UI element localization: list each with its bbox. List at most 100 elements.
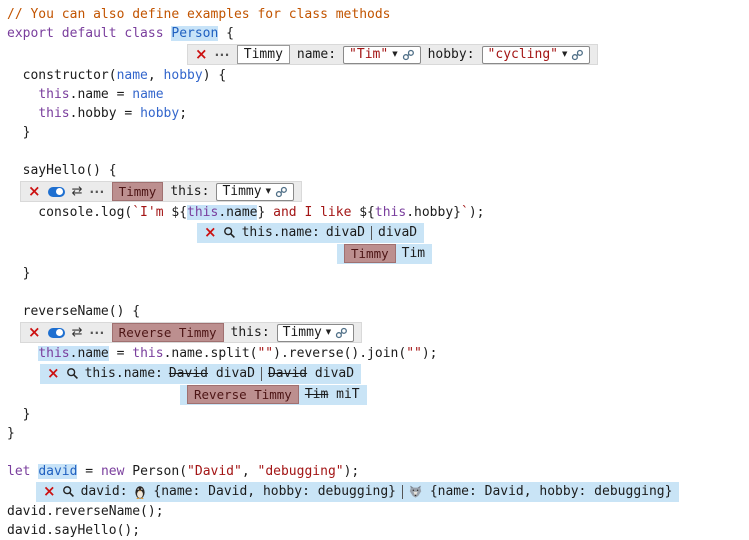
select-value: Timmy xyxy=(222,182,261,201)
code-token: ); xyxy=(422,346,438,361)
example-widget: × ⇄ ··· Reverse Timmy this: Timmy ▼ xyxy=(20,322,362,343)
example-name-box[interactable]: Timmy xyxy=(237,45,290,64)
penguin-icon xyxy=(134,485,146,499)
value-select[interactable]: Timmy ▼ xyxy=(216,183,294,201)
code-token: new xyxy=(101,464,132,479)
code-token: .hobby = xyxy=(70,106,140,121)
toggle-on-icon[interactable] xyxy=(48,187,65,197)
value-select[interactable]: Timmy ▼ xyxy=(277,324,355,342)
magnifier-icon[interactable] xyxy=(66,367,79,380)
code-line: reverseName() { xyxy=(7,302,749,321)
code-token: .name xyxy=(218,205,257,220)
watch-annotation: ×this.name:divaDdivaD xyxy=(197,223,424,243)
more-options-icon[interactable]: ··· xyxy=(89,327,104,339)
select-value: Timmy xyxy=(283,323,322,342)
code-token: = xyxy=(109,346,132,361)
value-divider xyxy=(371,226,372,240)
code-token: Tim xyxy=(402,244,425,263)
example-widget: × ⇄ ··· Timmy this: Timmy ▼ xyxy=(20,181,302,202)
code-line: this.name = name xyxy=(7,85,749,104)
value-divider xyxy=(402,485,403,499)
code-line: david.sayHello(); xyxy=(7,521,749,540)
value-select[interactable]: "Tim"▼ xyxy=(343,46,421,64)
result-annotation: Timmy Tim xyxy=(337,244,432,264)
close-icon[interactable]: × xyxy=(43,484,56,499)
caret-down-icon: ▼ xyxy=(326,329,331,336)
link-icon[interactable] xyxy=(571,49,584,61)
code-token: and I like xyxy=(265,205,359,220)
select-value: "cycling" xyxy=(488,45,558,64)
result-annotation: Reverse TimmyTim miT xyxy=(180,385,367,405)
magnifier-icon[interactable] xyxy=(223,226,236,239)
code-token: "David" xyxy=(187,464,242,479)
close-icon[interactable]: × xyxy=(47,366,60,381)
code-token: .name = xyxy=(70,87,133,102)
code-token: } xyxy=(7,407,30,422)
code-token: ).reverse().join( xyxy=(273,346,406,361)
code-token: { xyxy=(218,26,234,41)
code-token: divaD xyxy=(307,364,354,383)
code-token: .name.split( xyxy=(164,346,258,361)
code-token: "" xyxy=(257,346,273,361)
close-icon[interactable]: × xyxy=(28,184,41,199)
blank-line xyxy=(7,142,749,161)
example-chip[interactable]: Reverse Timmy xyxy=(187,385,299,404)
code-token: david.sayHello(); xyxy=(7,523,140,538)
code-token: ); xyxy=(469,205,485,220)
example-widget: ×···Timmyname:"Tim"▼hobby:"cycling"▼ xyxy=(187,44,598,65)
watch-label: david: xyxy=(81,482,128,501)
close-icon[interactable]: × xyxy=(28,325,41,340)
code-line: constructor(name, hobby) { xyxy=(7,66,749,85)
code-token: david xyxy=(38,464,77,479)
more-options-icon[interactable]: ··· xyxy=(215,49,230,61)
result-value: Tim xyxy=(402,244,425,263)
toggle-on-icon[interactable] xyxy=(48,328,65,338)
swap-icon[interactable]: ⇄ xyxy=(72,326,83,339)
watch-value-right: {name: David, hobby: debugging} xyxy=(409,482,672,501)
code-token: } xyxy=(7,426,15,441)
watch-label: this.name: xyxy=(85,364,163,383)
result-annotation-row: Timmy Tim xyxy=(7,243,749,264)
code-token: david.reverseName(); xyxy=(7,504,164,519)
widget-label: this: xyxy=(170,182,209,201)
code-editor: // You can also define examples for clas… xyxy=(0,0,749,540)
link-icon[interactable] xyxy=(402,49,415,61)
swap-icon[interactable]: ⇄ xyxy=(72,185,83,198)
blank-line xyxy=(7,443,749,462)
more-options-icon[interactable]: ··· xyxy=(89,186,104,198)
caret-down-icon: ▼ xyxy=(562,51,567,58)
caret-down-icon: ▼ xyxy=(266,188,271,195)
example-chip[interactable]: Reverse Timmy xyxy=(112,323,224,342)
code-token: David xyxy=(268,364,307,383)
link-icon[interactable] xyxy=(275,186,288,198)
code-token: {name: David, hobby: debugging} xyxy=(146,482,396,501)
link-icon[interactable] xyxy=(335,327,348,339)
code-token xyxy=(7,106,38,121)
code-token: name xyxy=(117,68,148,83)
code-token: reverseName() { xyxy=(7,304,140,319)
example-chip[interactable]: Timmy xyxy=(112,182,164,201)
value-select[interactable]: "cycling" ▼ xyxy=(482,46,591,64)
code-token: divaD xyxy=(378,223,417,242)
code-token: hobby xyxy=(164,68,203,83)
watch-annotation-row: ×this.name:David divaDDavid divaD xyxy=(7,363,749,384)
code-token: this xyxy=(38,106,69,121)
code-token: Tim xyxy=(305,385,328,404)
widget-label: this: xyxy=(231,323,270,342)
code-line: } xyxy=(7,123,749,142)
watch-annotation-row: ×this.name:divaDdivaD xyxy=(7,222,749,243)
watch-value-left: divaD xyxy=(326,223,365,242)
code-token: } xyxy=(7,266,30,281)
close-icon[interactable]: × xyxy=(204,225,217,240)
code-token: ${ xyxy=(171,205,187,220)
code-token: = xyxy=(77,464,100,479)
code-token: ; xyxy=(179,106,187,121)
code-line: } xyxy=(7,405,749,424)
close-icon[interactable]: × xyxy=(195,47,208,62)
example-chip[interactable]: Timmy xyxy=(344,244,396,263)
magnifier-icon[interactable] xyxy=(62,485,75,498)
code-token: Person xyxy=(171,26,218,41)
code-token: this xyxy=(38,346,69,361)
watch-annotation: ×this.name:David divaDDavid divaD xyxy=(40,364,361,384)
result-annotation-row: Reverse TimmyTim miT xyxy=(7,384,749,405)
